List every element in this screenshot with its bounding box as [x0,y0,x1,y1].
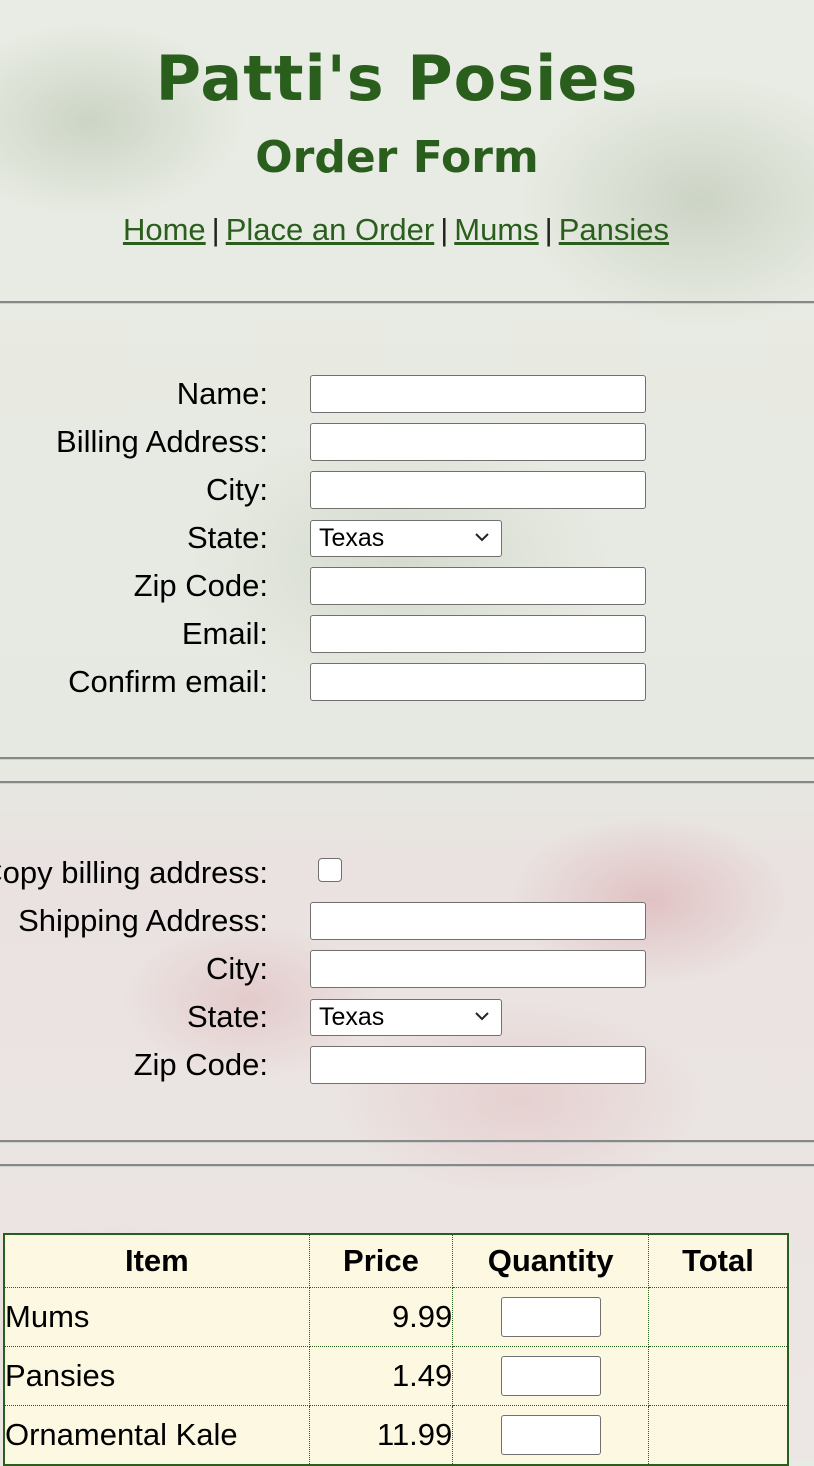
chevron-down-icon [473,1000,491,1045]
copy-billing-row: Copy billing address: [0,855,814,899]
shipping-zip-label: Zip Code: [133,1047,268,1082]
divider [0,301,814,304]
email-label: Email: [181,616,268,651]
item-name: Pansies [3,1346,310,1406]
shipping-city-input[interactable] [310,950,646,988]
name-row: Name: [0,375,814,419]
item-name: Mums [3,1287,310,1347]
shipping-state-row: State: Texas [0,999,814,1043]
total-cell [647,1346,789,1406]
billing-city-label: City: [206,472,268,507]
nav-link-place-order[interactable]: Place an Order [226,212,435,247]
shipping-state-value: Texas [319,1003,385,1031]
table-header-row: Item Price Quantity Total [3,1233,789,1288]
billing-address-row: Billing Address: [0,423,814,467]
billing-city-input[interactable] [310,471,646,509]
column-header-quantity: Quantity [452,1233,649,1288]
nav-separator: | [440,212,449,247]
billing-state-value: Texas [319,524,385,552]
site-title: Patti's Posies [155,42,639,115]
item-name: Ornamental Kale [3,1405,310,1466]
divider [0,781,814,784]
billing-state-select[interactable]: Texas [310,520,502,557]
shipping-zip-row: Zip Code: [0,1046,814,1090]
nav-link-home[interactable]: Home [123,212,206,247]
quantity-cell [452,1346,649,1406]
quantity-cell [452,1405,649,1466]
name-input[interactable] [310,375,646,413]
nav-separator: | [544,212,553,247]
quantity-input-mums[interactable] [500,1297,601,1337]
shipping-address-row: Shipping Address: [0,902,814,946]
billing-zip-row: Zip Code: [0,567,814,611]
shipping-city-row: City: [0,950,814,994]
order-table: Item Price Quantity Total Mums 9.99 Pans… [3,1233,789,1466]
quantity-input-pansies[interactable] [500,1356,601,1396]
quantity-cell [452,1287,649,1347]
shipping-state-select[interactable]: Texas [310,999,502,1036]
divider [0,1164,814,1167]
billing-address-label: Billing Address: [56,424,268,459]
table-row: Mums 9.99 [3,1287,789,1347]
table-row: Pansies 1.49 [3,1346,789,1406]
divider [0,1140,814,1143]
email-input[interactable] [310,615,646,653]
copy-billing-label: Copy billing address: [0,855,268,890]
column-header-price: Price [308,1233,454,1288]
billing-state-label: State: [187,520,268,555]
chevron-down-icon [473,521,491,566]
page-title: Order Form [255,132,539,183]
billing-zip-label: Zip Code: [133,568,268,603]
confirm-email-row: Confirm email: [0,663,814,707]
shipping-address-input[interactable] [310,902,646,940]
confirm-email-label: Confirm email: [68,664,268,699]
table-row: Ornamental Kale 11.99 [3,1405,789,1466]
billing-city-row: City: [0,471,814,515]
shipping-state-label: State: [187,999,268,1034]
divider [0,757,814,760]
item-price: 9.99 [308,1287,454,1347]
quantity-input-ornamental-kale[interactable] [500,1415,601,1455]
total-cell [647,1405,789,1466]
column-header-total: Total [647,1233,789,1288]
item-price: 11.99 [308,1405,454,1466]
nav-separator: | [211,212,220,247]
total-cell [647,1287,789,1347]
billing-address-input[interactable] [310,423,646,461]
email-row: Email: [0,615,814,659]
nav-link-mums[interactable]: Mums [454,212,538,247]
main-nav: Home | Place an Order | Mums | Pansies [0,212,792,248]
item-price: 1.49 [308,1346,454,1406]
billing-state-row: State: Texas [0,520,814,564]
shipping-address-label: Shipping Address: [18,903,268,938]
nav-link-pansies[interactable]: Pansies [559,212,669,247]
confirm-email-input[interactable] [310,663,646,701]
shipping-city-label: City: [206,951,268,986]
copy-billing-checkbox[interactable] [318,858,342,882]
billing-zip-input[interactable] [310,567,646,605]
name-label: Name: [176,376,268,411]
shipping-zip-input[interactable] [310,1046,646,1084]
column-header-item: Item [3,1233,310,1288]
